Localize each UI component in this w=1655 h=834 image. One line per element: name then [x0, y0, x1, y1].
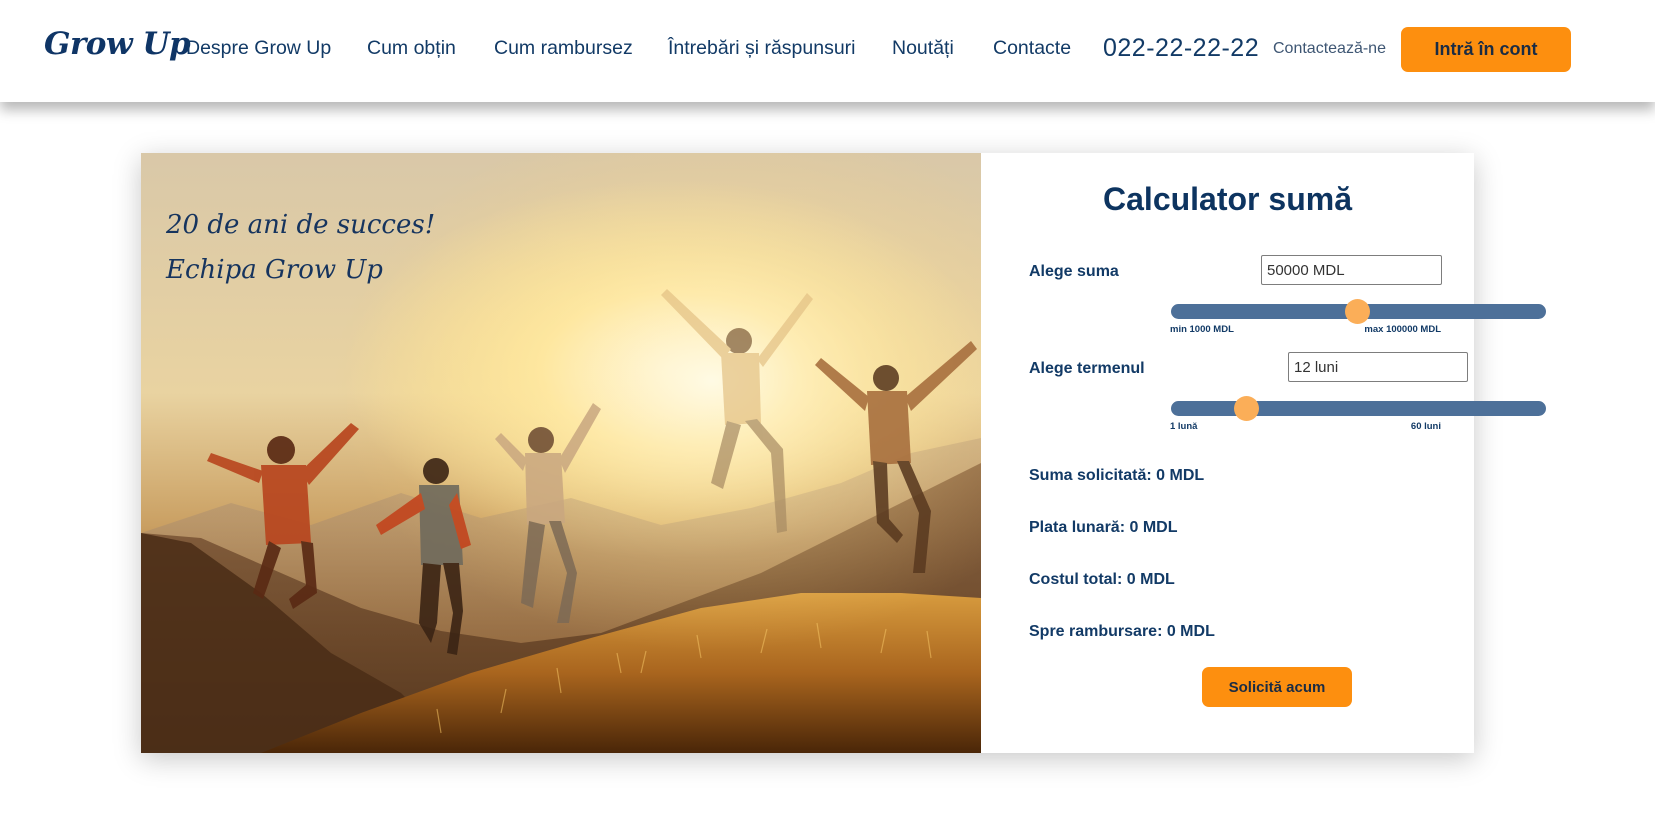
result-to-repay: Spre rambursare: 0 MDL	[1029, 623, 1215, 640]
nav-link-despre[interactable]: Despre Grow Up	[186, 37, 331, 60]
result-requested-amount: Suma solicitată: 0 MDL	[1029, 467, 1205, 484]
amount-slider[interactable]	[1171, 299, 1546, 324]
term-input[interactable]	[1288, 352, 1468, 382]
amount-min-label: min 1000 MDL	[1170, 324, 1234, 335]
site-header: Grow Up Despre Grow Up Cum obțin Cum ram…	[0, 0, 1655, 102]
hero-caption: 20 de ani de succes! Echipa Grow Up	[166, 203, 435, 293]
amount-label: Alege suma	[1029, 263, 1119, 280]
calculator-card: 20 de ani de succes! Echipa Grow Up Calc…	[141, 153, 1546, 753]
term-max-label: 60 luni	[1410, 421, 1441, 432]
nav-link-contacte[interactable]: Contacte	[993, 37, 1071, 60]
logo[interactable]: Grow Up	[44, 26, 191, 62]
result-total-cost: Costul total: 0 MDL	[1029, 571, 1175, 588]
hero-caption-line1: 20 de ani de succes!	[166, 210, 436, 240]
phone-number: 022-22-22-22	[1103, 34, 1260, 62]
hero-image: 20 de ani de succes! Echipa Grow Up	[141, 153, 981, 753]
nav-link-intrebari[interactable]: Întrebări și răspunsuri	[668, 37, 856, 60]
nav-link-cum-obtin[interactable]: Cum obțin	[367, 37, 456, 60]
term-label: Alege termenul	[1029, 360, 1145, 377]
term-slider-thumb[interactable]	[1234, 396, 1259, 421]
login-button[interactable]: Intră în cont	[1401, 27, 1571, 72]
calculator-panel: Calculator sumă Alege suma min 1000 MDL …	[981, 153, 1546, 753]
calculator-title: Calculator sumă	[1103, 181, 1352, 217]
nav-link-cum-rambursez[interactable]: Cum rambursez	[494, 37, 633, 60]
contact-link[interactable]: Contactează-ne	[1273, 40, 1386, 58]
term-min-label: 1 lună	[1170, 421, 1198, 432]
nav-link-noutati[interactable]: Noutăți	[892, 37, 954, 60]
apply-now-button[interactable]: Solicită acum	[1202, 667, 1352, 707]
amount-max-label: max 100000 MDL	[1364, 324, 1441, 335]
result-monthly-payment: Plata lunară: 0 MDL	[1029, 519, 1178, 536]
amount-slider-thumb[interactable]	[1344, 299, 1370, 324]
amount-input[interactable]	[1261, 255, 1442, 285]
term-slider[interactable]	[1171, 396, 1546, 421]
hero-caption-line2: Echipa Grow Up	[166, 255, 383, 285]
